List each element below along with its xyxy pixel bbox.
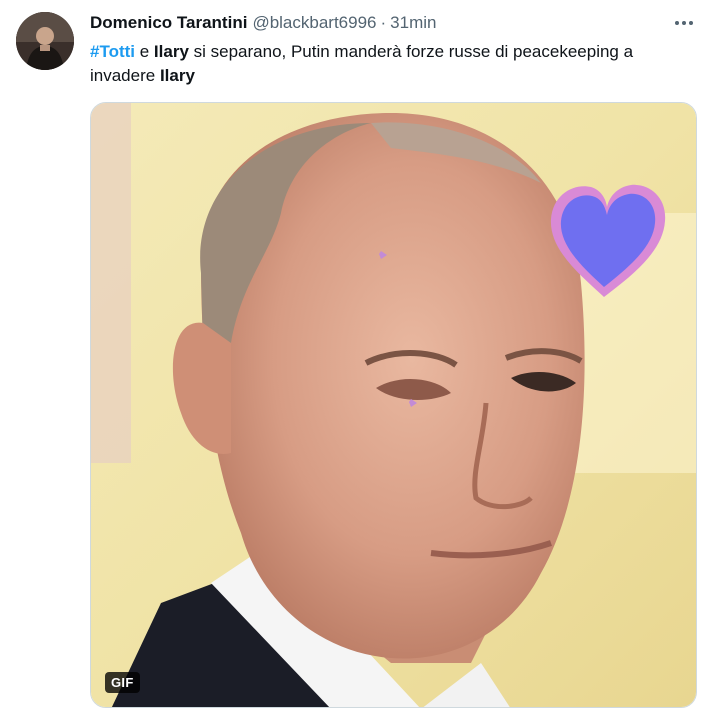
highlight-word: Ilary xyxy=(153,42,189,61)
text-fragment: e xyxy=(135,42,154,61)
gif-image xyxy=(91,103,696,707)
user-handle[interactable]: @blackbart6996 xyxy=(252,13,376,33)
tweet-text: #Totti e Ilary si separano, Putin mander… xyxy=(90,40,695,88)
timestamp[interactable]: 31min xyxy=(390,13,436,33)
separator-dot: · xyxy=(380,13,387,32)
display-name[interactable]: Domenico Tarantini xyxy=(90,13,247,33)
hashtag-link[interactable]: #Totti xyxy=(90,42,135,61)
gif-media[interactable]: GIF xyxy=(90,102,697,708)
highlight-word: Ilary xyxy=(159,66,195,85)
more-icon[interactable] xyxy=(671,12,697,34)
gif-badge: GIF xyxy=(105,672,140,693)
avatar[interactable] xyxy=(16,12,74,70)
tweet-header: Domenico Tarantini @blackbart6996 · 31mi… xyxy=(90,12,436,34)
tweet[interactable]: Domenico Tarantini @blackbart6996 · 31mi… xyxy=(0,0,717,724)
